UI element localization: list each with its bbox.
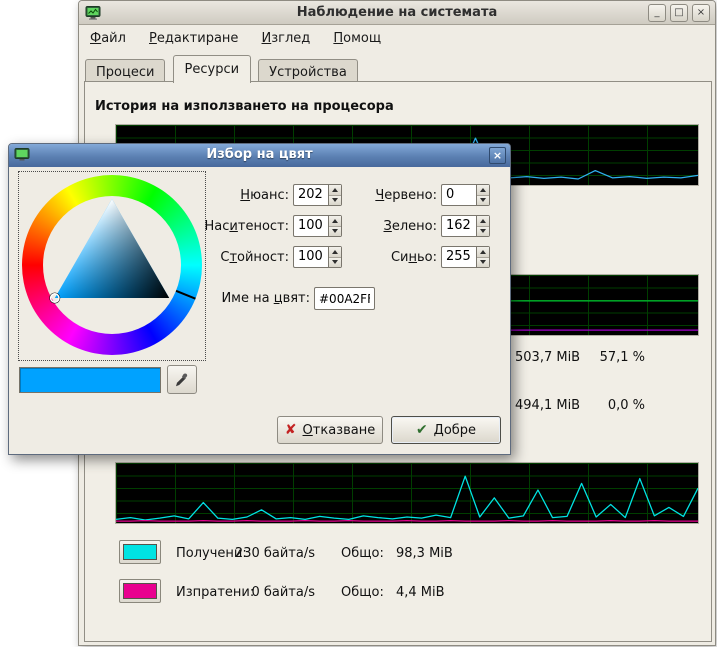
close-button[interactable]: × [692, 4, 710, 22]
value-value[interactable]: 100 [294, 247, 328, 267]
main-titlebar[interactable]: Наблюдение на системата _ □ × [79, 1, 715, 25]
color-name-label: Име на цвят: [129, 291, 310, 306]
received-color-swatch [123, 544, 157, 560]
sent-color-swatch [123, 583, 157, 599]
hue-label: Нюанс: [179, 188, 289, 203]
menu-view[interactable]: Изглед [253, 27, 320, 50]
blue-label: Синьо: [331, 250, 437, 265]
blue-value[interactable]: 255 [442, 247, 476, 267]
sent-color-button[interactable] [119, 579, 161, 603]
cancel-button[interactable]: ✘ Отказване [277, 416, 383, 444]
maximize-button[interactable]: □ [670, 4, 688, 22]
dialog-close-button[interactable]: × [489, 147, 506, 164]
value-label: Стойност: [179, 250, 289, 265]
cancel-button-label: Отказване [303, 423, 376, 438]
blue-spin-down[interactable] [477, 258, 489, 268]
ok-button-label: Добре [434, 423, 476, 438]
eyedropper-icon [174, 372, 190, 388]
saturation-label: Наситеност: [179, 219, 289, 234]
blue-spinbox[interactable]: 255 [441, 246, 490, 268]
sent-total: 4,4 MiB [396, 585, 445, 600]
memory-amount: 503,7 MiB [515, 350, 580, 365]
menu-help[interactable]: Помощ [324, 27, 390, 50]
saturation-value-triangle[interactable] [43, 196, 181, 334]
color-name-input[interactable] [314, 287, 375, 310]
blue-spin-up[interactable] [477, 247, 489, 258]
red-value[interactable]: 0 [442, 185, 476, 205]
network-history-chart [115, 462, 699, 524]
ok-icon: ✔ [416, 422, 428, 438]
screen: Наблюдение на системата _ □ × Файл Редак… [0, 0, 717, 647]
red-spin-up[interactable] [477, 185, 489, 196]
received-rate: 230 байта/s [225, 546, 315, 561]
red-spinbox[interactable]: 0 [441, 184, 490, 206]
green-spin-up[interactable] [477, 216, 489, 227]
ok-button[interactable]: ✔ Добре [391, 416, 501, 444]
sent-rate: 0 байта/s [225, 585, 315, 600]
red-spin-down[interactable] [477, 196, 489, 206]
menu-file[interactable]: Файл [81, 27, 135, 50]
green-label: Зелено: [331, 219, 437, 234]
main-window-title: Наблюдение на системата [79, 5, 715, 20]
current-color-preview [19, 367, 161, 393]
swap-amount: 494,1 MiB [515, 398, 580, 413]
tab-bar: Процеси Ресурси Устройства [85, 55, 360, 82]
pick-screen-color-button[interactable] [167, 365, 197, 394]
received-color-button[interactable] [119, 540, 161, 564]
menu-edit[interactable]: Редактиране [140, 27, 247, 50]
cpu-history-heading: История на използването на процесора [95, 99, 394, 114]
red-label: Червено: [331, 188, 437, 203]
saturation-value[interactable]: 100 [294, 216, 328, 236]
green-spinbox[interactable]: 162 [441, 215, 490, 237]
memory-percent: 57,1 % [580, 350, 645, 365]
swap-percent: 0,0 % [580, 398, 645, 413]
received-total-label: Общо: [341, 546, 384, 561]
tab-resources[interactable]: Ресурси [173, 55, 252, 83]
minimize-button[interactable]: _ [648, 4, 666, 22]
received-total: 98,3 MiB [396, 546, 453, 561]
sent-total-label: Общо: [341, 585, 384, 600]
green-value[interactable]: 162 [442, 216, 476, 236]
color-picker-dialog: Избор на цвят × [8, 143, 511, 455]
cancel-icon: ✘ [285, 422, 297, 438]
menu-bar: Файл Редактиране Изглед Помощ [81, 27, 713, 52]
hue-value[interactable]: 202 [294, 185, 328, 205]
green-spin-down[interactable] [477, 227, 489, 237]
